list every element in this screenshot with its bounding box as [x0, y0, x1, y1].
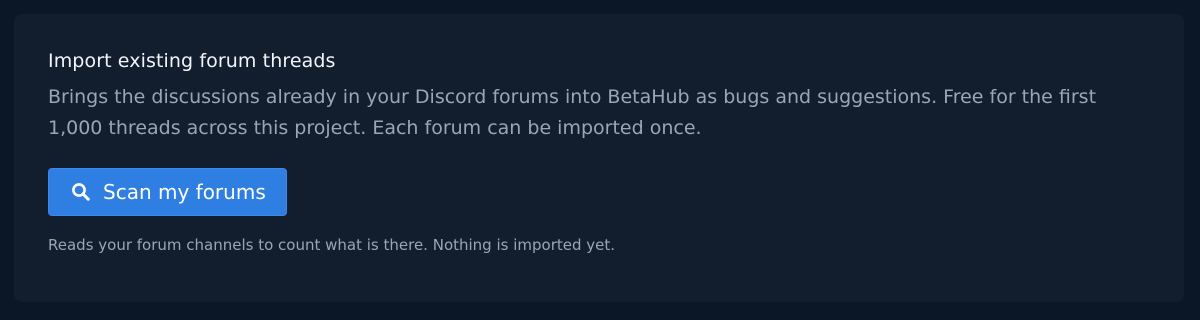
scan-hint-text: Reads your forum channels to count what … [48, 236, 616, 254]
card-description: Brings the discussions already in your D… [48, 86, 1097, 139]
import-forum-card: Import existing forum threads Brings the… [14, 14, 1184, 302]
scan-forums-button-label: Scan my forums [103, 180, 266, 204]
scan-forums-button[interactable]: Scan my forums [48, 168, 287, 216]
search-icon [71, 182, 91, 202]
card-title: Import existing forum threads [48, 50, 336, 72]
